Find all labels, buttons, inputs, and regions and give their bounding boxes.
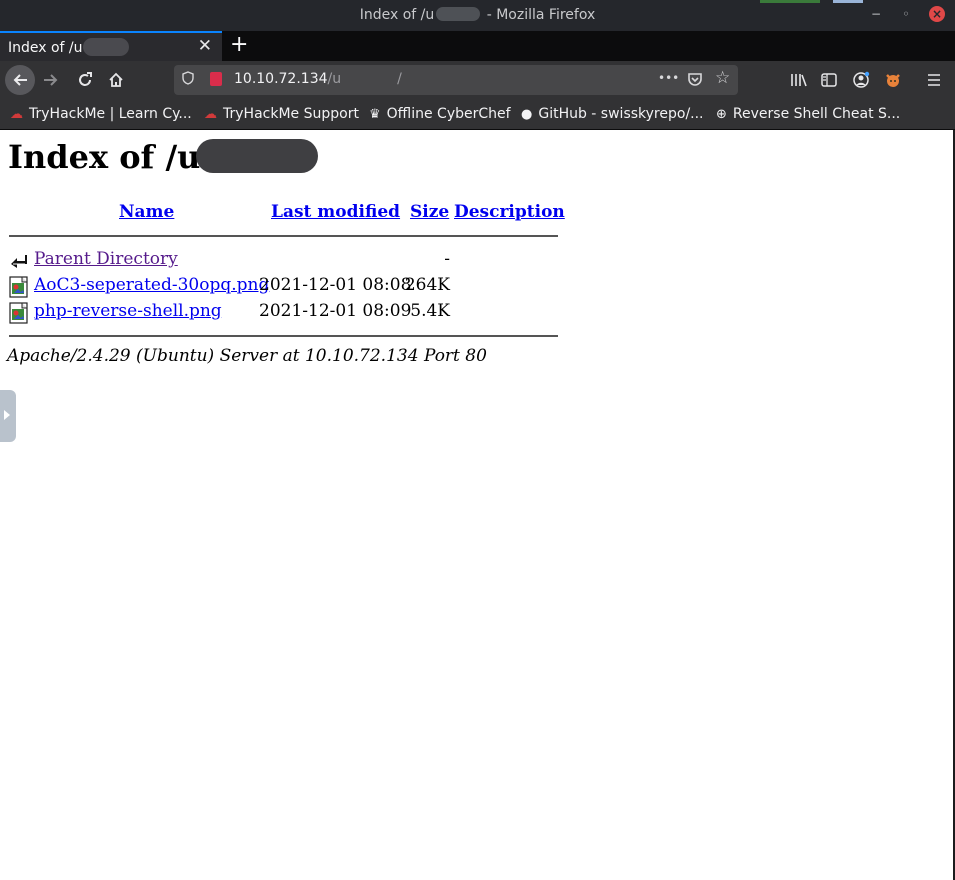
hamburger-menu-icon <box>928 74 940 86</box>
account-icon <box>853 71 870 88</box>
tab-label: Index of /u <box>8 38 129 56</box>
tab-strip: Index of /u ✕ + <box>0 31 955 61</box>
bookmark-tryhackme-learn[interactable]: ☁ TryHackMe | Learn Cy... <box>10 106 192 122</box>
bookmark-star-icon[interactable]: ☆ <box>715 68 730 88</box>
tab-label-text: Index of /u <box>8 40 83 56</box>
window-titlebar: Index of /u - Mozilla Firefox − ◦ × <box>0 0 955 31</box>
column-size-header[interactable]: Size <box>410 202 449 222</box>
home-button[interactable] <box>103 67 129 93</box>
table-row: AoC3-seperated-30opq.png 2021-12-01 08:0… <box>9 275 569 299</box>
url-bar[interactable]: 10.10.72.134/u / ••• ☆ <box>174 65 738 95</box>
column-last-modified-header[interactable]: Last modified <box>271 202 400 222</box>
row-size: 5.4K <box>410 301 450 321</box>
foxyproxy-icon <box>886 74 900 87</box>
library-icon <box>791 74 807 87</box>
table-row: php-reverse-shell.png 2021-12-01 08:09 5… <box>9 301 569 325</box>
sidebar-drag-handle[interactable] <box>0 390 16 442</box>
restore-button[interactable]: ◦ <box>898 6 914 22</box>
arrow-right-icon <box>44 74 58 86</box>
extension-button[interactable] <box>880 67 906 93</box>
menu-button[interactable] <box>921 67 947 93</box>
row-date: 2021-12-01 08:09 <box>259 301 412 321</box>
insecure-lock-icon[interactable] <box>210 72 222 86</box>
pocket-icon[interactable] <box>687 69 703 91</box>
bookmark-label: TryHackMe | Learn Cy... <box>29 106 192 122</box>
url-host: 10.10.72.134 <box>234 71 328 87</box>
table-row: Parent Directory - <box>9 249 569 273</box>
url-trail: / <box>397 71 402 87</box>
library-button[interactable] <box>786 67 812 93</box>
row-size: 264K <box>404 275 450 295</box>
back-button[interactable] <box>5 65 35 95</box>
globe-icon: ⊕ <box>716 107 727 122</box>
column-description-header[interactable]: Description <box>454 202 565 222</box>
column-name-header[interactable]: Name <box>119 202 174 222</box>
bookmark-offline-cyberchef[interactable]: ♛ Offline CyberChef <box>369 106 511 122</box>
nav-toolbar: 10.10.72.134/u / ••• ☆ <box>0 61 955 99</box>
home-icon <box>109 72 123 87</box>
close-window-button[interactable]: × <box>929 6 945 22</box>
window-title-suffix: - Mozilla Firefox <box>482 7 596 23</box>
page-content: Index of /u Name Last modified Size Desc… <box>0 130 955 880</box>
account-button[interactable] <box>848 67 874 93</box>
url-text[interactable]: 10.10.72.134/u / <box>234 71 402 87</box>
minimize-button[interactable]: − <box>868 6 884 22</box>
row-size: - <box>444 249 450 269</box>
window-title: Index of /u - Mozilla Firefox <box>0 7 955 23</box>
server-signature: Apache/2.4.29 (Ubuntu) Server at 10.10.7… <box>7 346 487 366</box>
bookmark-tryhackme-support[interactable]: ☁ TryHackMe Support <box>204 106 359 122</box>
new-tab-button[interactable]: + <box>230 32 248 58</box>
bookmark-reverse-shell[interactable]: ⊕ Reverse Shell Cheat S... <box>716 106 900 122</box>
page-heading-text: Index of /u <box>8 138 201 176</box>
shield-icon[interactable] <box>182 69 194 89</box>
bookmark-label: Offline CyberChef <box>386 106 511 122</box>
sidebar-icon <box>821 73 837 87</box>
file-link[interactable]: AoC3-seperated-30opq.png <box>34 275 269 295</box>
expand-arrow-icon <box>4 410 10 420</box>
file-link[interactable]: php-reverse-shell.png <box>34 301 222 321</box>
cloud-icon: ☁ <box>10 107 23 122</box>
window-title-prefix: Index of /u <box>359 7 435 23</box>
tab-active[interactable]: Index of /u ✕ <box>0 31 222 61</box>
header-divider <box>9 235 558 237</box>
tab-close-icon[interactable]: ✕ <box>198 36 212 56</box>
back-arrow-icon <box>11 255 27 268</box>
bookmarks-toolbar: ☁ TryHackMe | Learn Cy... ☁ TryHackMe Supp… <box>0 99 955 130</box>
footer-divider <box>9 335 558 337</box>
url-path: /u <box>327 71 342 87</box>
arrow-left-icon <box>13 74 27 86</box>
bookmark-label: Reverse Shell Cheat S... <box>732 106 901 122</box>
page-heading: Index of /u <box>8 138 319 176</box>
reload-button[interactable] <box>72 67 98 93</box>
redaction-blur <box>196 139 319 173</box>
redaction-blur <box>82 38 129 56</box>
titlebar-indicator <box>760 0 820 3</box>
page-actions-menu-icon[interactable]: ••• <box>658 71 679 85</box>
image-file-icon <box>9 302 28 324</box>
forward-button[interactable] <box>38 67 64 93</box>
sidebar-toggle-button[interactable] <box>816 67 842 93</box>
titlebar-indicator-2 <box>833 0 863 3</box>
bookmark-github-swisskyrepo[interactable]: ● GitHub - swisskyrepo/... <box>521 106 704 122</box>
row-date: 2021-12-01 08:08 <box>259 275 412 295</box>
redaction-blur <box>436 7 481 21</box>
image-file-icon <box>9 276 28 298</box>
bookmark-label: GitHub - swisskyrepo/... <box>538 106 704 122</box>
cloud-icon: ☁ <box>204 107 217 122</box>
bookmark-label: TryHackMe Support <box>223 106 359 122</box>
chef-hat-icon: ♛ <box>369 107 381 122</box>
parent-directory-link[interactable]: Parent Directory <box>34 249 178 269</box>
reload-icon <box>79 72 92 86</box>
github-icon: ● <box>521 107 533 122</box>
